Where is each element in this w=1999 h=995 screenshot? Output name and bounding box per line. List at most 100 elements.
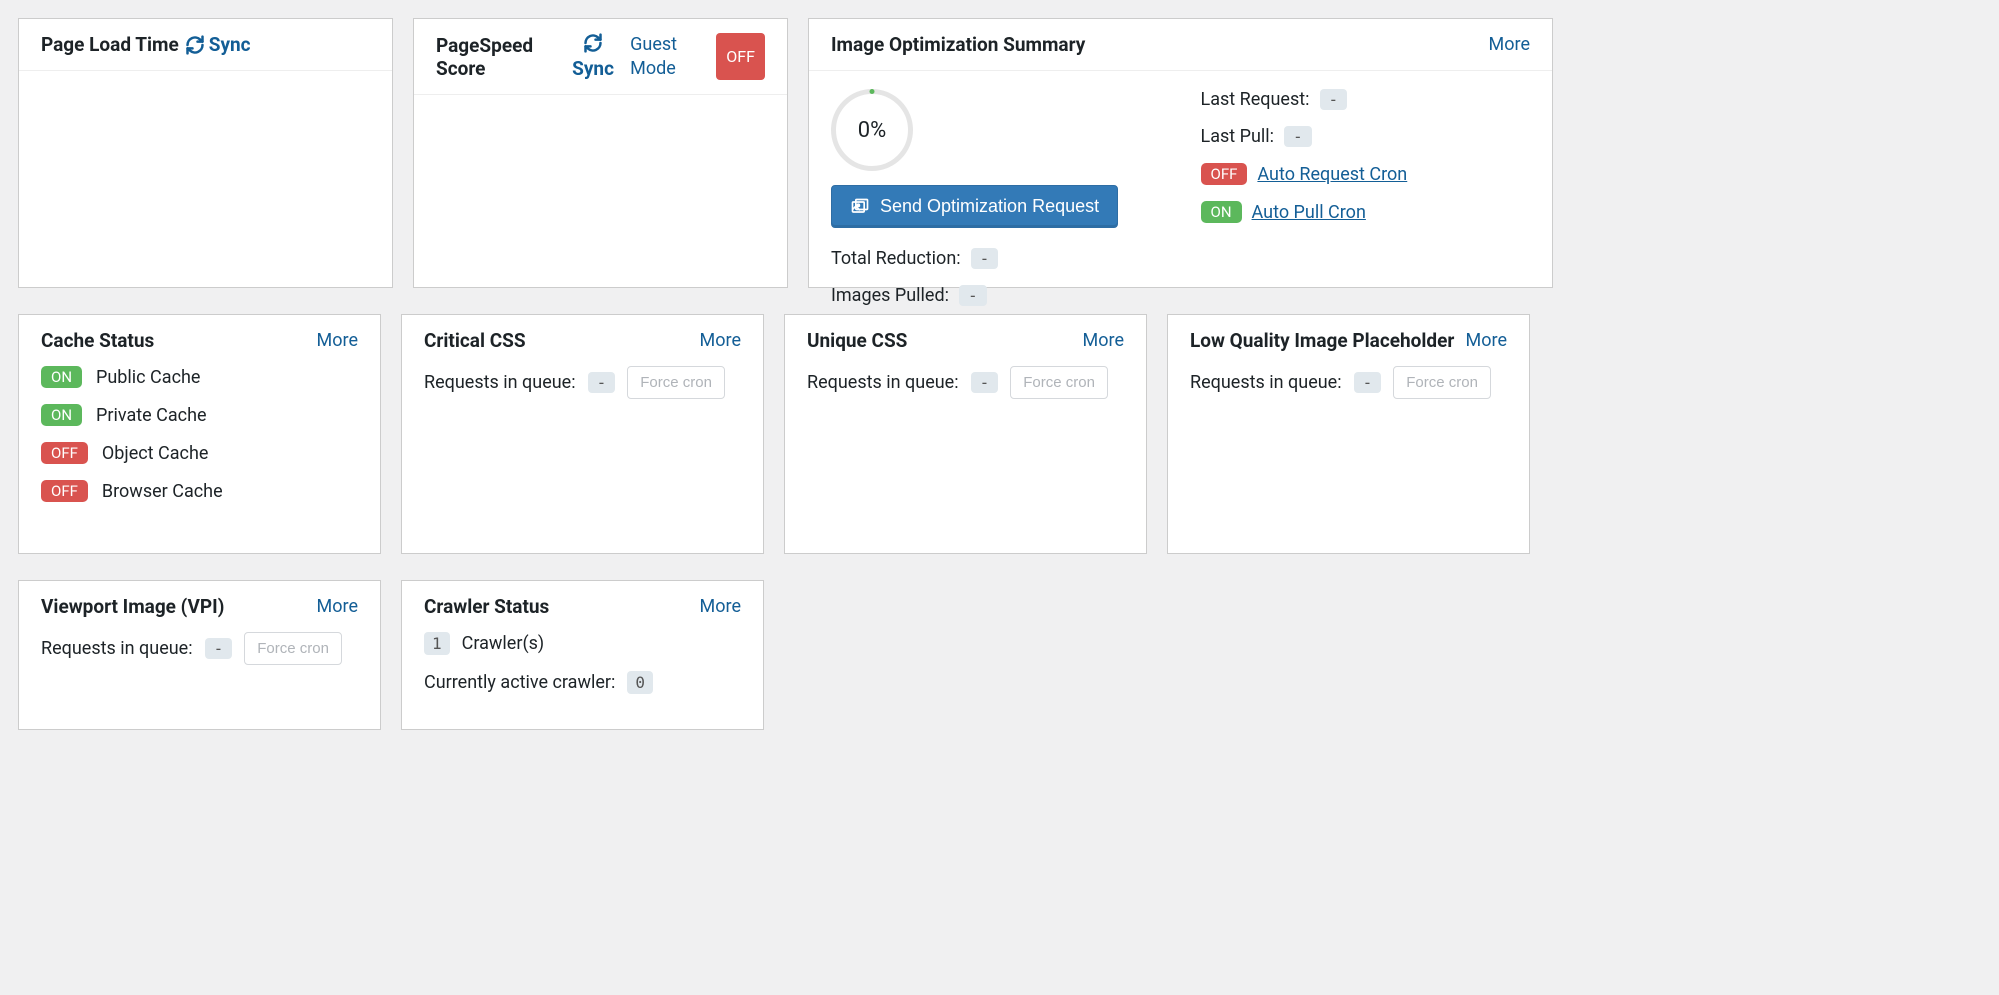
cache-row-object: OFF Object Cache	[41, 442, 358, 464]
auto-request-cron-link[interactable]: Auto Request Cron	[1257, 164, 1407, 185]
force-cron-button[interactable]: Force cron	[1010, 366, 1108, 399]
total-reduction-value: -	[971, 248, 999, 269]
card-pagespeed-score: PageSpeed Score Sync Guest Mode OFF	[413, 18, 788, 288]
gauge-value: 0%	[858, 118, 886, 143]
queue-label: Requests in queue:	[1190, 372, 1342, 393]
page-load-title-text: Page Load Time	[41, 33, 179, 56]
cache-row-public: ON Public Cache	[41, 366, 358, 388]
more-link[interactable]: More	[700, 330, 741, 351]
card-page-load-time: Page Load Time Sync	[18, 18, 393, 288]
cache-status-badge: ON	[41, 404, 82, 426]
queue-value: -	[1354, 372, 1382, 393]
queue-label: Requests in queue:	[424, 372, 576, 393]
crawler-title: Crawler Status	[424, 595, 549, 618]
sync-button[interactable]: Sync	[572, 33, 614, 80]
card-body-empty	[19, 71, 392, 287]
crawler-count-value: 1	[424, 632, 450, 655]
guest-mode-link[interactable]: Guest Mode	[630, 33, 700, 80]
cache-status-badge: OFF	[41, 442, 88, 464]
card-critical-css: Critical CSS More Requests in queue: - F…	[401, 314, 764, 554]
last-pull-label: Last Pull:	[1201, 126, 1275, 147]
unique-css-title: Unique CSS	[807, 329, 907, 352]
card-body: Requests in queue: - Force cron	[785, 366, 1146, 553]
images-icon	[850, 197, 870, 217]
last-request-value: -	[1320, 89, 1348, 110]
card-header: Image Optimization Summary More	[809, 19, 1552, 71]
force-cron-button[interactable]: Force cron	[244, 632, 342, 665]
more-link[interactable]: More	[1083, 330, 1124, 351]
card-image-optimization: Image Optimization Summary More 0% Send …	[808, 18, 1553, 288]
image-opt-right: Last Request: - Last Pull: - OFF Auto Re…	[1201, 89, 1531, 239]
more-link[interactable]: More	[700, 596, 741, 617]
card-header: Crawler Status More	[402, 581, 763, 632]
last-request-label: Last Request:	[1201, 89, 1310, 110]
card-unique-css: Unique CSS More Requests in queue: - For…	[784, 314, 1147, 554]
queue-value: -	[588, 372, 616, 393]
pagespeed-title: PageSpeed Score	[436, 34, 556, 80]
queue-row: Requests in queue: - Force cron	[1190, 366, 1507, 399]
cache-label: Public Cache	[96, 367, 200, 388]
force-cron-button[interactable]: Force cron	[1393, 366, 1491, 399]
card-header: Unique CSS More	[785, 315, 1146, 366]
card-body: Requests in queue: - Force cron	[19, 632, 380, 729]
card-header: Page Load Time Sync	[19, 19, 392, 71]
more-link[interactable]: More	[1489, 34, 1530, 55]
cache-row-browser: OFF Browser Cache	[41, 480, 358, 502]
auto-pull-cron-link[interactable]: Auto Pull Cron	[1252, 202, 1366, 223]
card-vpi: Viewport Image (VPI) More Requests in qu…	[18, 580, 381, 730]
card-body: ON Public Cache ON Private Cache OFF Obj…	[19, 366, 380, 553]
card-header: PageSpeed Score Sync Guest Mode OFF	[414, 19, 787, 95]
force-cron-button[interactable]: Force cron	[627, 366, 725, 399]
queue-row: Requests in queue: - Force cron	[807, 366, 1124, 399]
image-opt-left: 0% Send Optimization Request Total Reduc…	[831, 89, 1161, 322]
crawler-active-value: 0	[627, 671, 653, 694]
queue-label: Requests in queue:	[41, 638, 193, 659]
card-header: Critical CSS More	[402, 315, 763, 366]
send-optimization-request-button[interactable]: Send Optimization Request	[831, 185, 1118, 228]
crawler-count-row: 1 Crawler(s)	[424, 632, 741, 655]
button-label: Send Optimization Request	[880, 196, 1099, 217]
card-cache-status: Cache Status More ON Public Cache ON Pri…	[18, 314, 381, 554]
card-header: Cache Status More	[19, 315, 380, 366]
cache-status-title: Cache Status	[41, 329, 154, 352]
auto-request-status-badge: OFF	[1201, 163, 1248, 185]
cache-label: Browser Cache	[102, 481, 223, 502]
guest-mode-status-badge: OFF	[716, 33, 765, 80]
card-header: Viewport Image (VPI) More	[19, 581, 380, 632]
crawler-count-label: Crawler(s)	[462, 633, 545, 654]
cache-status-badge: OFF	[41, 480, 88, 502]
cache-row-private: ON Private Cache	[41, 404, 358, 426]
sync-icon	[185, 35, 205, 55]
more-link[interactable]: More	[317, 330, 358, 351]
queue-value: -	[205, 638, 233, 659]
images-pulled-label: Images Pulled:	[831, 285, 949, 306]
sync-icon	[583, 33, 603, 53]
sync-button[interactable]: Sync	[185, 33, 251, 56]
card-body: Requests in queue: - Force cron	[1168, 366, 1529, 553]
sync-label: Sync	[209, 33, 251, 56]
card-body: 1 Crawler(s) Currently active crawler: 0	[402, 632, 763, 729]
card-lqip: Low Quality Image Placeholder More Reque…	[1167, 314, 1530, 554]
optimization-gauge: 0%	[831, 89, 913, 171]
card-crawler-status: Crawler Status More 1 Crawler(s) Current…	[401, 580, 764, 730]
lqip-title: Low Quality Image Placeholder	[1190, 329, 1454, 352]
images-pulled-value: -	[959, 285, 987, 306]
last-pull-value: -	[1284, 126, 1312, 147]
queue-row: Requests in queue: - Force cron	[424, 366, 741, 399]
card-body-empty	[414, 95, 787, 287]
more-link[interactable]: More	[317, 596, 358, 617]
more-link[interactable]: More	[1466, 330, 1507, 351]
crawler-active-row: Currently active crawler: 0	[424, 671, 741, 694]
queue-label: Requests in queue:	[807, 372, 959, 393]
cache-label: Private Cache	[96, 405, 207, 426]
vpi-title: Viewport Image (VPI)	[41, 595, 224, 618]
queue-row: Requests in queue: - Force cron	[41, 632, 358, 665]
cache-status-badge: ON	[41, 366, 82, 388]
card-body: 0% Send Optimization Request Total Reduc…	[809, 71, 1552, 340]
page-title: Page Load Time Sync	[41, 33, 251, 56]
sync-label: Sync	[572, 57, 614, 80]
total-reduction-label: Total Reduction:	[831, 248, 961, 269]
queue-value: -	[971, 372, 999, 393]
critical-css-title: Critical CSS	[424, 329, 526, 352]
card-header: Low Quality Image Placeholder More	[1168, 315, 1529, 366]
